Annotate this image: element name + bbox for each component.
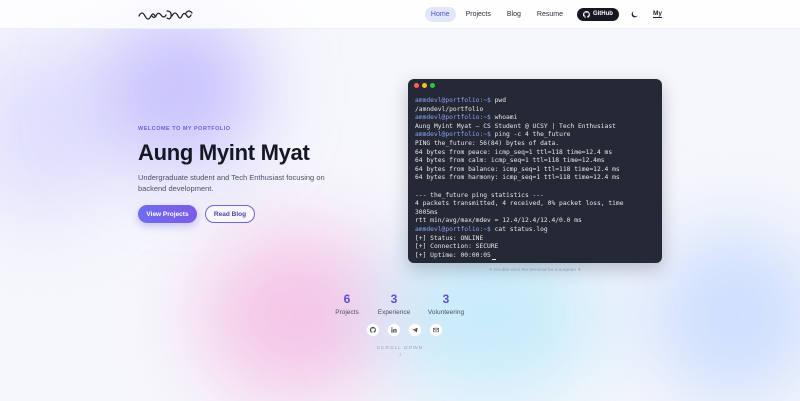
- scroll-indicator[interactable]: SCROLL DOWN ↓: [350, 346, 450, 358]
- terminal-line: [+] Connection: SECURE: [415, 243, 655, 252]
- theme-toggle[interactable]: [627, 6, 643, 22]
- terminal-text: rtt min/avg/max/mdev = 12.4/12.4/12.4/0.…: [415, 217, 582, 225]
- github-icon: [370, 327, 376, 333]
- terminal-titlebar: [408, 79, 662, 91]
- terminal-text: 64 bytes from calm: icmp_seq=1 ttl=118 t…: [415, 157, 605, 165]
- telegram-icon: [412, 327, 418, 333]
- maximize-dot-icon: [430, 82, 435, 88]
- terminal-line: 3005ms: [415, 209, 655, 218]
- close-dot-icon: [414, 82, 419, 88]
- view-projects-button[interactable]: View Projects: [138, 205, 197, 223]
- social-links: [366, 323, 443, 337]
- terminal-text: 64 bytes from balance: icmp_seq=1 ttl=11…: [415, 165, 620, 173]
- background: [0, 0, 800, 401]
- terminal-text: whoami: [490, 114, 518, 122]
- hero-name: Aung Myint Myat: [138, 140, 310, 165]
- github-button[interactable]: GitHub: [576, 7, 619, 21]
- terminal-window[interactable]: ammdevl@portfolio:~$ pwd/amndevl/portfol…: [408, 79, 662, 263]
- terminal-caret: [491, 259, 496, 261]
- hero-section: WELCOME TO MY PORTFOLIO Aung Myint Myat …: [138, 126, 378, 223]
- stat-value: 3: [390, 292, 398, 306]
- nav-item-resume[interactable]: Resume: [531, 7, 569, 22]
- arrow-down-icon: ↓: [398, 352, 402, 358]
- terminal-text: [+] Uptime: 00:00:05: [415, 251, 491, 259]
- terminal-line: ammdevl@portfolio:~$ ping -c 4 the_futur…: [415, 131, 655, 140]
- terminal-text: [+] Status: ONLINE: [415, 234, 484, 242]
- nav-item-projects[interactable]: Projects: [460, 7, 497, 22]
- terminal-text: 3005ms: [415, 208, 438, 216]
- terminal-line: ammdevl@portfolio:~$ pwd: [415, 97, 655, 106]
- github-icon: [582, 10, 590, 18]
- stat-label: Volunteering: [427, 309, 465, 316]
- site-logo[interactable]: [138, 7, 194, 22]
- github-link[interactable]: [366, 323, 380, 337]
- terminal-prompt: ammdevl@portfolio:~$: [415, 97, 491, 104]
- stat-experience: 3 Experience: [364, 292, 424, 316]
- terminal-line: /amndevl/portfolio: [415, 106, 655, 115]
- linkedin-link[interactable]: [387, 323, 401, 337]
- terminal-text: pwd: [490, 97, 506, 104]
- terminal-line: 64 bytes from balance: icmp_seq=1 ttl=11…: [415, 166, 655, 175]
- terminal-line: 64 bytes from calm: icmp_seq=1 ttl=118 t…: [415, 157, 655, 166]
- terminal-line: [+] Status: ONLINE: [415, 235, 655, 244]
- scroll-label: SCROLL DOWN: [376, 346, 424, 351]
- mail-link[interactable]: [429, 323, 443, 337]
- linkedin-icon: [391, 327, 397, 333]
- terminal-line: PING the_future: 56(84) bytes of data.: [415, 140, 655, 149]
- terminal-prompt: ammdevl@portfolio:~$: [415, 131, 491, 139]
- terminal-text: Aung Myint Myat — CS Student @ UCSY | Te…: [415, 122, 616, 130]
- moon-icon: [632, 10, 639, 17]
- terminal-text: /amndevl/portfolio: [415, 105, 484, 113]
- stat-volunteering: 3 Volunteering: [416, 292, 476, 316]
- terminal-text: [+] Connection: SECURE: [415, 243, 499, 251]
- terminal-line: 4 packets transmitted, 4 received, 0% pa…: [415, 200, 655, 209]
- terminal-line: rtt min/avg/max/mdev = 12.4/12.4/12.4/0.…: [415, 217, 655, 226]
- terminal-prompt: ammdevl@portfolio:~$: [415, 225, 491, 233]
- terminal-hint: ✦ Double-click the terminal for a surpri…: [488, 268, 582, 273]
- minimize-dot-icon: [422, 82, 427, 88]
- nav-item-blog[interactable]: Blog: [501, 7, 527, 22]
- terminal-line: --- the_future ping statistics ---: [415, 192, 655, 201]
- terminal-line: 64 bytes from peace: icmp_seq=1 ttl=118 …: [415, 149, 655, 158]
- mail-icon: [433, 327, 439, 333]
- terminal-text: 64 bytes from peace: icmp_seq=1 ttl=118 …: [415, 148, 613, 156]
- terminal-text: 64 bytes from harmony: icmp_seq=1 ttl=11…: [415, 174, 620, 182]
- terminal-text: cat status.log: [490, 225, 548, 233]
- github-button-label: GitHub: [592, 11, 613, 17]
- terminal-prompt: ammdevl@portfolio:~$: [415, 114, 491, 122]
- terminal-line: ammdevl@portfolio:~$ cat status.log: [415, 226, 655, 235]
- terminal-text: 4 packets transmitted, 4 received, 0% pa…: [415, 200, 624, 208]
- nav-item-home[interactable]: Home: [424, 6, 456, 22]
- stat-value: 3: [442, 292, 450, 306]
- terminal-text: --- the_future ping statistics ---: [415, 191, 544, 199]
- telegram-link[interactable]: [408, 323, 422, 337]
- terminal-line: [+] Uptime: 00:00:05: [415, 252, 655, 261]
- terminal-line: ammdevl@portfolio:~$ whoami: [415, 114, 655, 123]
- terminal-text: ping -c 4 the_future: [490, 131, 571, 139]
- top-navbar: Home Projects Blog Resume GitHub My: [0, 0, 800, 29]
- terminal-text: PING the_future: 56(84) bytes of data.: [415, 139, 560, 147]
- terminal-line: Aung Myint Myat — CS Student @ UCSY | Te…: [415, 123, 655, 132]
- language-toggle[interactable]: My: [652, 10, 662, 18]
- terminal-line: 64 bytes from harmony: icmp_seq=1 ttl=11…: [415, 174, 655, 183]
- hero-eyebrow: WELCOME TO MY PORTFOLIO: [138, 126, 231, 132]
- hero-tagline: Undergraduate student and Tech Enthusias…: [138, 173, 325, 193]
- stat-label: Experience: [377, 309, 411, 316]
- terminal-output: ammdevl@portfolio:~$ pwd/amndevl/portfol…: [408, 91, 662, 261]
- nav-links: Home Projects Blog Resume GitHub My: [424, 6, 662, 22]
- read-blog-button[interactable]: Read Blog: [205, 205, 255, 223]
